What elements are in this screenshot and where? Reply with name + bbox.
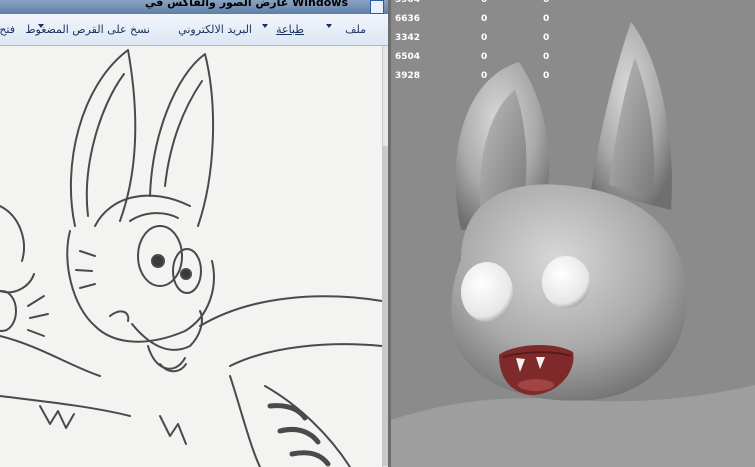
stat-value: 0 xyxy=(481,71,488,81)
stat-value: 0 xyxy=(481,52,488,62)
stat-value: 0 xyxy=(481,33,488,43)
stat-value: 6504 xyxy=(395,52,421,62)
sketch-image xyxy=(0,46,382,467)
stat-value: 0 xyxy=(543,0,550,5)
stat-value: 3342 xyxy=(395,33,421,43)
menu-print-dropdown-icon[interactable] xyxy=(262,24,268,28)
viewer-window-title: عارض الصور والفاكس في Windows xyxy=(144,0,348,9)
stat-value: 0 xyxy=(543,52,550,62)
stat-value: 0 xyxy=(543,14,550,24)
stat-value: 0 xyxy=(481,0,488,5)
stat-value: 3904 xyxy=(395,0,421,5)
viewer-app-icon xyxy=(370,0,384,14)
menu-burn-dropdown-icon[interactable] xyxy=(38,24,44,28)
menu-print[interactable]: طباعة xyxy=(276,23,304,36)
stat-value: 6636 xyxy=(395,14,421,24)
menu-burn-cd[interactable]: نسخ على القرص المضغوط xyxy=(25,23,150,36)
viewer-menu-bar: ملف طباعة البريد الالكتروني نسخ على القر… xyxy=(0,14,388,46)
viewer-title-bar[interactable]: عارض الصور والفاكس في Windows xyxy=(0,0,388,14)
menu-file[interactable]: ملف xyxy=(345,23,366,36)
cartoon-sketch-drawing xyxy=(0,46,382,467)
photo-viewer-window: عارض الصور والفاكس في Windows ملف طباعة … xyxy=(0,0,388,467)
stat-value: 3928 xyxy=(395,71,421,81)
stat-value: 0 xyxy=(481,14,488,24)
stat-value: 0 xyxy=(543,71,550,81)
3d-viewport[interactable]: 3904 0 0 6636 0 0 3342 0 0 6504 0 0 3928… xyxy=(388,0,755,467)
menu-file-dropdown-icon[interactable] xyxy=(326,24,332,28)
stat-value: 0 xyxy=(543,33,550,43)
3d-character-model xyxy=(391,22,755,467)
menu-email[interactable]: البريد الالكتروني xyxy=(178,23,252,36)
menu-open[interactable]: فتح xyxy=(0,23,15,36)
